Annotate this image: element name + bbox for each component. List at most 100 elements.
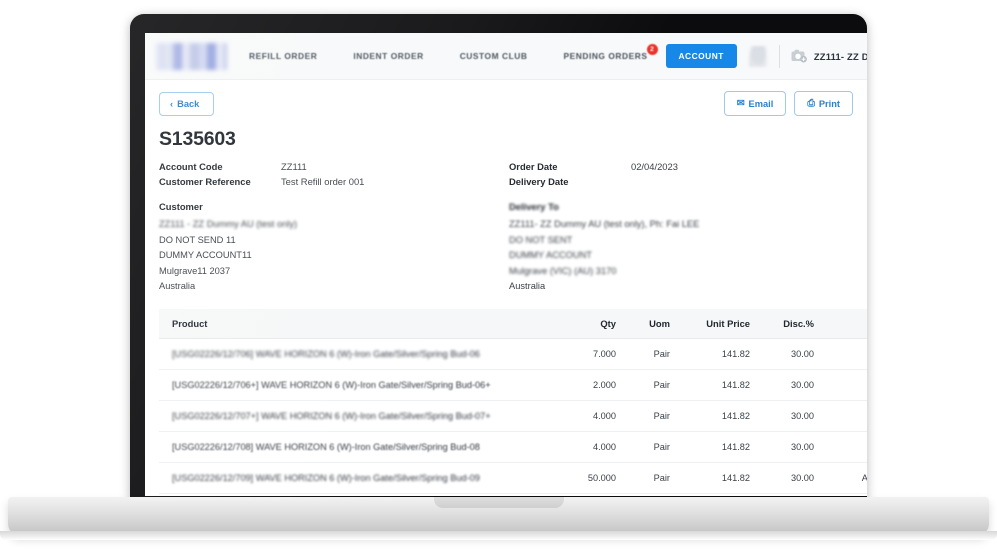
order-meta-left: Account Code ZZ111 Customer Reference Te… (159, 160, 509, 189)
cell-product: [USG02226/12/708] WAVE HORIZON 6 (W)-Iro… (159, 431, 558, 463)
meta-row-customer-reference: Customer Reference Test Refill order 001 (159, 175, 509, 190)
laptop-foot (0, 531, 997, 540)
cell-subtotal: AU$ 694.92 (820, 338, 867, 370)
cell-unit-price: 141.82 (676, 493, 756, 496)
order-detail-panel: S135603 Account Code ZZ111 Customer Refe… (145, 121, 867, 496)
nav-item-custom-club-label: CUSTOM CLUB (459, 51, 528, 61)
back-button-label: Back (177, 98, 200, 109)
cell-product: [USG02226/12/706+] WAVE HORIZON 6 (W)-Ir… (159, 369, 558, 401)
order-date-value: 02/04/2023 (631, 161, 678, 172)
line-items-table-head: Product Qty Uom Unit Price Disc.% Subtot… (159, 308, 867, 339)
nav-item-refill-order[interactable]: REFILL ORDER (249, 51, 317, 61)
nav-item-indent-order[interactable]: INDENT ORDER (353, 51, 423, 61)
cell-uom: Pair (622, 369, 676, 401)
table-row[interactable]: [USG02226/12/706+] WAVE HORIZON 6 (W)-Ir… (159, 369, 867, 401)
cell-qty: 50.000 (558, 462, 622, 494)
top-navigation-bar: REFILL ORDER INDENT ORDER CUSTOM CLUB PE… (145, 33, 867, 80)
nav-divider (778, 44, 780, 68)
customer-reference-value: Test Refill order 001 (281, 175, 365, 187)
printer-icon: ⎙ (807, 98, 815, 108)
column-header-subtotal: Subtotal (820, 308, 867, 339)
company-logo[interactable] (156, 42, 227, 70)
cell-uom: Pair (622, 493, 676, 496)
delivery-heading: Delivery To (509, 201, 559, 212)
account-code-value: ZZ111 (281, 161, 307, 172)
cell-uom: Pair (622, 400, 676, 432)
cell-disc: 30.00 (756, 338, 820, 370)
cart-icon[interactable] (748, 45, 768, 67)
cell-product: [USG02226/13/706+] WAVE HORIZON 6 (W)-Bl… (159, 493, 558, 496)
column-header-disc: Disc.% (756, 308, 820, 339)
email-button[interactable]: ✉ Email (723, 91, 787, 116)
cell-disc: 30.00 (756, 369, 820, 401)
back-button[interactable]: ‹ Back (159, 91, 215, 116)
toolbar-right-actions: ✉ Email ⎙ Print (723, 91, 853, 116)
nav-right-cluster: ZZ111- ZZ D (748, 44, 867, 68)
cell-qty: 4.000 (558, 431, 622, 463)
cell-qty: 3.000 (558, 493, 622, 496)
action-toolbar: ‹ Back ✉ Email ⎙ Print (145, 80, 867, 121)
delivery-line-5: Australia (509, 281, 546, 291)
customer-line-5: Australia (159, 281, 196, 291)
cell-uom: Pair (622, 431, 676, 463)
column-header-qty: Qty (558, 308, 622, 339)
table-row[interactable]: [USG02226/12/709] WAVE HORIZON 6 (W)-Iro… (159, 462, 867, 494)
cell-product: [USG02226/12/706] WAVE HORIZON 6 (W)-Iro… (159, 338, 558, 370)
cell-unit-price: 141.82 (676, 369, 756, 401)
laptop-hinge-lip (433, 497, 564, 508)
cell-unit-price: 141.82 (676, 400, 756, 432)
nav-item-custom-club[interactable]: CUSTOM CLUB (460, 51, 528, 61)
customer-address-block: Customer ZZ111 - ZZ Dummy AU (test only)… (159, 201, 509, 295)
column-header-product: Product (159, 308, 558, 339)
table-row[interactable]: [USG02226/12/708] WAVE HORIZON 6 (W)-Iro… (159, 431, 867, 463)
nav-item-refill-order-label: REFILL ORDER (249, 51, 318, 61)
customer-reference-label: Customer Reference (159, 175, 251, 187)
print-button-label: Print (818, 98, 840, 109)
account-button[interactable]: ACCOUNT (665, 44, 737, 68)
delivery-line-1: ZZ111- ZZ Dummy AU (test only), Ph: Fai … (509, 219, 700, 229)
customer-line-1: ZZ111 - ZZ Dummy AU (test only) (159, 219, 298, 229)
delivery-line-3: DUMMY ACCOUNT (509, 250, 592, 260)
envelope-icon: ✉ (736, 98, 745, 108)
line-items-table-body: [USG02226/12/706] WAVE HORIZON 6 (W)-Iro… (159, 338, 867, 496)
print-button[interactable]: ⎙ Print (794, 91, 853, 116)
customer-heading: Customer (159, 201, 203, 212)
account-user-label: ZZ111- ZZ D (813, 50, 867, 62)
order-number-title: S135603 (159, 128, 236, 150)
screenshot-stage: REFILL ORDER INDENT ORDER CUSTOM CLUB PE… (0, 0, 997, 553)
customer-line-2: DO NOT SEND 11 (159, 234, 236, 245)
column-header-unit-price: Unit Price (676, 308, 756, 339)
pending-orders-count-badge: 2 (646, 44, 658, 55)
table-row[interactable]: [USG02226/12/706] WAVE HORIZON 6 (W)-Iro… (159, 338, 867, 370)
cell-uom: Pair (622, 462, 676, 494)
laptop-screen-bezel: REFILL ORDER INDENT ORDER CUSTOM CLUB PE… (130, 14, 867, 501)
nav-item-pending-orders[interactable]: PENDING ORDERS 2 (563, 44, 658, 61)
email-button-label: Email (748, 98, 774, 109)
chevron-left-icon: ‹ (170, 98, 174, 109)
meta-row-account-code: Account Code ZZ111 (159, 160, 509, 175)
camera-add-icon[interactable] (791, 49, 808, 63)
order-meta-right: Order Date 02/04/2023 Delivery Date (509, 160, 853, 189)
cell-subtotal: AU$ 198.55 (820, 369, 867, 401)
table-row[interactable]: [USG02226/12/707+] WAVE HORIZON 6 (W)-Ir… (159, 400, 867, 432)
cell-product: [USG02226/12/709] WAVE HORIZON 6 (W)-Iro… (159, 462, 558, 494)
cell-subtotal: AU$ 4,963.70 (820, 462, 867, 494)
browser-viewport: REFILL ORDER INDENT ORDER CUSTOM CLUB PE… (145, 33, 867, 496)
nav-item-pending-orders-label: PENDING ORDERS (563, 51, 648, 61)
delivery-line-4: Mulgrave (VIC) (AU) 3170 (509, 265, 617, 276)
table-row[interactable]: [USG02226/13/706+] WAVE HORIZON 6 (W)-Bl… (159, 493, 867, 496)
line-items-table-wrapper: Product Qty Uom Unit Price Disc.% Subtot… (159, 308, 867, 496)
customer-line-4: Mulgrave11 2037 (159, 265, 231, 276)
cell-unit-price: 141.82 (676, 338, 756, 370)
cell-subtotal: AU$ 297.82 (820, 493, 867, 496)
account-code-label: Account Code (159, 161, 223, 172)
cell-unit-price: 141.82 (676, 462, 756, 494)
cell-disc: 30.00 (756, 493, 820, 496)
customer-line-3: DUMMY ACCOUNT11 (159, 250, 252, 260)
table-header-row: Product Qty Uom Unit Price Disc.% Subtot… (159, 308, 867, 339)
nav-item-indent-order-label: INDENT ORDER (353, 51, 424, 61)
meta-row-order-date: Order Date 02/04/2023 (509, 160, 853, 175)
column-header-uom: Uom (622, 308, 676, 339)
order-meta-grid: Account Code ZZ111 Customer Reference Te… (159, 160, 853, 189)
delivery-line-2: DO NOT SENT (509, 234, 573, 245)
